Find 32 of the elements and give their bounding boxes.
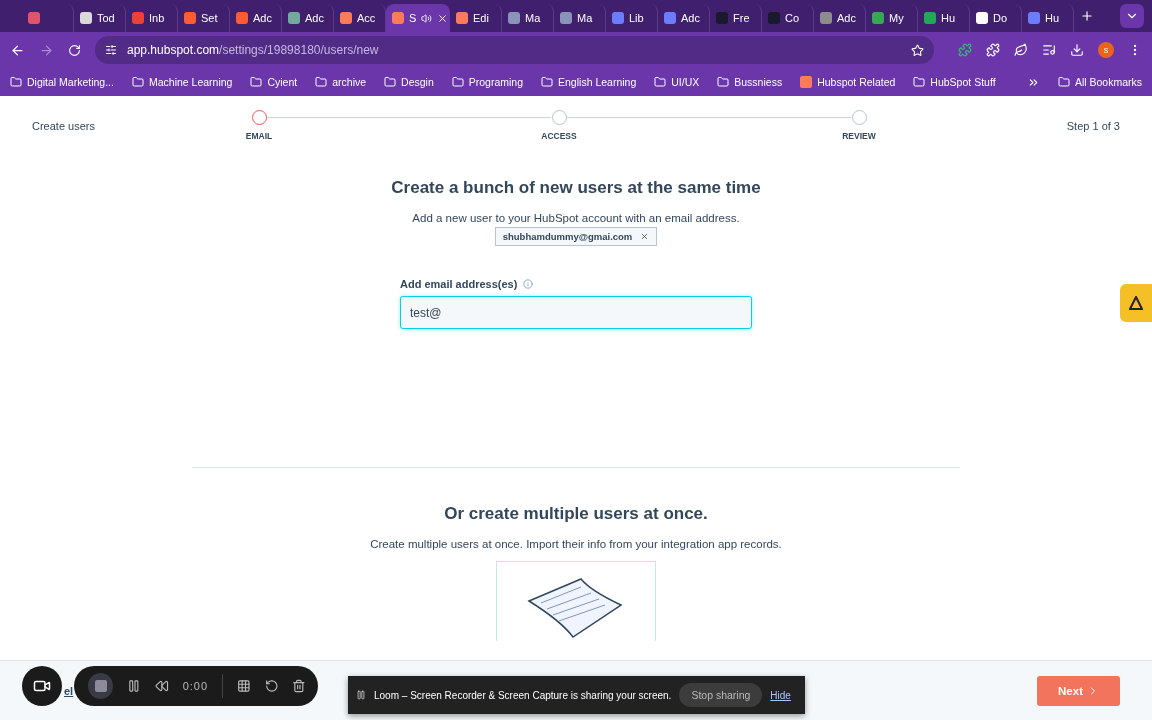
bookmark[interactable]: HubSpot Stuff xyxy=(913,76,996,88)
bookmark[interactable]: Digital Marketing... xyxy=(10,76,114,88)
page-title: Create users xyxy=(32,120,96,132)
bookmark[interactable]: Cyient xyxy=(250,76,298,88)
email-input[interactable]: test@ xyxy=(400,296,752,329)
url-text: app.hubspot.com/settings/19898180/users/new xyxy=(127,43,379,57)
address-bar[interactable]: app.hubspot.com/settings/19898180/users/new xyxy=(95,36,934,64)
bookmark[interactable]: Programing xyxy=(451,76,524,88)
bookmark[interactable]: UI/UX xyxy=(654,76,700,88)
hide-link[interactable]: Hide xyxy=(770,689,791,701)
section-subtitle: Create multiple users at once. Import their info from your integration app records. xyxy=(370,538,782,550)
step-label: EMAIL xyxy=(245,131,273,141)
section-heading: Or create multiple users at once. xyxy=(444,504,708,524)
bookmark[interactable]: Bussniess xyxy=(717,76,783,88)
bookmark[interactable]: archive xyxy=(315,76,367,88)
sharing-message: Loom – Screen Recorder & Screen Capture is sharing your screen. xyxy=(374,689,672,701)
step-counter: Step 1 of 3 xyxy=(1066,120,1120,132)
bookmark[interactable]: All Bookmarks xyxy=(1057,76,1142,88)
bookmark[interactable]: Hubspot Related xyxy=(800,76,896,88)
bookmark[interactable]: English Learning xyxy=(541,76,637,88)
recording-time: 0:00 xyxy=(182,680,209,692)
stop-sharing-button[interactable]: Stop sharing xyxy=(679,683,763,707)
section-heading: Create a bunch of new users at the same time xyxy=(391,178,761,198)
email-tag: shubhamdummy@gmai.com xyxy=(494,227,658,246)
field-label: Add email address(es) xyxy=(400,278,752,290)
step-label: ACCESS xyxy=(541,131,577,141)
step-label: REVIEW xyxy=(842,131,876,141)
browser-tab[interactable]: S xyxy=(386,4,450,32)
section-subtitle: Add a new user to your HubSpot account with an email address. xyxy=(412,212,740,224)
cancel-link[interactable]: el xyxy=(64,684,74,697)
bookmark[interactable]: Desgin xyxy=(384,76,434,88)
bookmark[interactable]: Machine Learning xyxy=(131,76,233,88)
